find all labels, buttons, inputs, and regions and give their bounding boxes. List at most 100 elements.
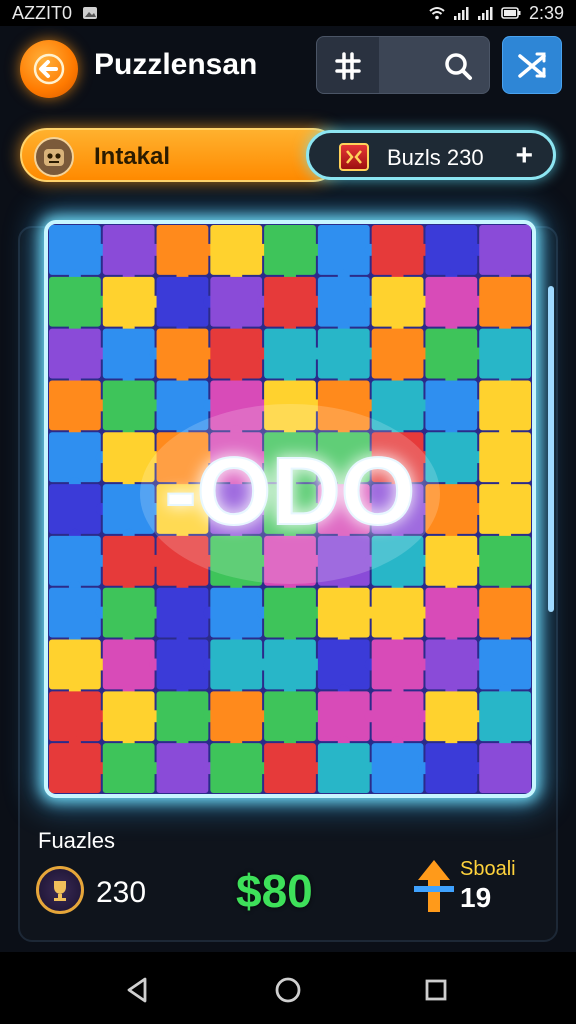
- puzzles-count-badge: [36, 866, 84, 914]
- puzzle-piece[interactable]: [210, 639, 263, 690]
- puzzle-piece[interactable]: [49, 691, 101, 742]
- puzzle-piece[interactable]: [49, 484, 101, 534]
- puzzle-piece[interactable]: [210, 691, 263, 742]
- puzzle-piece[interactable]: [102, 535, 155, 586]
- puzzle-piece[interactable]: [49, 225, 101, 275]
- puzzle-piece[interactable]: [156, 587, 209, 638]
- puzzle-piece[interactable]: [49, 276, 101, 327]
- puzzle-piece[interactable]: [49, 328, 101, 379]
- puzzle-piece[interactable]: [102, 639, 155, 690]
- puzzles-pill-label: Buzls 230: [387, 145, 484, 170]
- puzzle-piece[interactable]: [210, 328, 263, 379]
- puzzle-piece[interactable]: [264, 225, 316, 275]
- puzzle-piece[interactable]: [264, 743, 316, 793]
- puzzle-piece[interactable]: [425, 328, 478, 379]
- puzzle-piece[interactable]: [317, 639, 370, 690]
- progress-strip: Intakal Buzls 230 +: [20, 128, 560, 182]
- puzzle-piece[interactable]: [156, 743, 209, 793]
- puzzle-piece[interactable]: [49, 535, 101, 586]
- add-puzzles-button[interactable]: +: [515, 139, 533, 173]
- puzzle-piece[interactable]: [102, 587, 155, 638]
- puzzle-piece[interactable]: [102, 380, 155, 431]
- puzzle-piece[interactable]: [317, 691, 370, 742]
- puzzle-piece[interactable]: [210, 587, 263, 638]
- grid-button[interactable]: [317, 37, 379, 95]
- puzzle-piece[interactable]: [49, 639, 101, 690]
- status-bar: AZZIT0 2:39: [0, 0, 576, 26]
- puzzle-piece[interactable]: [425, 743, 478, 793]
- puzzle-piece[interactable]: [264, 276, 316, 327]
- puzzle-piece[interactable]: [210, 276, 263, 327]
- puzzle-piece[interactable]: [425, 276, 478, 327]
- puzzle-piece[interactable]: [479, 535, 531, 586]
- puzzle-piece[interactable]: [156, 691, 209, 742]
- puzzle-piece[interactable]: [425, 639, 478, 690]
- puzzle-piece[interactable]: [156, 639, 209, 690]
- puzzle-piece[interactable]: [425, 691, 478, 742]
- panel-scrollbar[interactable]: [548, 286, 554, 612]
- puzzle-board-frame[interactable]: -ODO: [44, 220, 536, 798]
- nav-home-button[interactable]: [270, 972, 306, 1008]
- puzzle-piece[interactable]: [479, 328, 531, 379]
- puzzle-piece[interactable]: [210, 743, 263, 793]
- puzzle-piece[interactable]: [102, 743, 155, 793]
- nav-recents-button[interactable]: [418, 972, 454, 1008]
- wifi-icon: [429, 7, 445, 20]
- puzzle-piece[interactable]: [49, 587, 101, 638]
- player-avatar[interactable]: [34, 137, 74, 177]
- puzzle-piece[interactable]: [264, 328, 316, 379]
- puzzle-piece[interactable]: [425, 225, 478, 275]
- carrier-label: AZZIT0: [12, 2, 73, 23]
- puzzle-piece[interactable]: [210, 225, 263, 275]
- puzzle-piece[interactable]: [479, 639, 531, 690]
- puzzle-piece[interactable]: [371, 225, 424, 275]
- nav-back-button[interactable]: [120, 972, 156, 1008]
- puzzle-piece[interactable]: [371, 691, 424, 742]
- puzzle-piece[interactable]: [425, 380, 478, 431]
- puzzle-piece[interactable]: [479, 432, 531, 483]
- app-header: Puzzlensan: [0, 26, 576, 110]
- puzzle-piece[interactable]: [264, 639, 316, 690]
- puzzle-board[interactable]: -ODO: [48, 224, 532, 794]
- puzzle-piece[interactable]: [49, 380, 101, 431]
- puzzle-piece[interactable]: [156, 276, 209, 327]
- puzzle-piece[interactable]: [264, 587, 316, 638]
- puzzle-piece[interactable]: [102, 276, 155, 327]
- puzzle-piece[interactable]: [102, 691, 155, 742]
- puzzle-piece[interactable]: [479, 276, 531, 327]
- puzzle-piece[interactable]: [371, 328, 424, 379]
- puzzle-piece[interactable]: [156, 225, 209, 275]
- puzzle-piece[interactable]: [102, 225, 155, 275]
- puzzle-piece[interactable]: [371, 743, 424, 793]
- battery-icon: [501, 7, 521, 19]
- puzzle-piece[interactable]: [49, 743, 101, 793]
- puzzle-piece[interactable]: [371, 587, 424, 638]
- puzzle-piece[interactable]: [102, 328, 155, 379]
- shuffle-button[interactable]: [502, 36, 562, 94]
- search-button[interactable]: [427, 37, 489, 95]
- puzzle-piece[interactable]: [479, 691, 531, 742]
- signal-icon-secondary: [477, 7, 493, 20]
- puzzle-piece[interactable]: [371, 639, 424, 690]
- puzzle-piece[interactable]: [425, 587, 478, 638]
- puzzle-piece[interactable]: [317, 276, 370, 327]
- puzzle-piece[interactable]: [479, 225, 531, 275]
- puzzle-piece[interactable]: [156, 328, 209, 379]
- puzzle-piece[interactable]: [425, 535, 478, 586]
- puzzle-piece[interactable]: [371, 276, 424, 327]
- shuffle-icon: [518, 52, 546, 78]
- puzzle-piece[interactable]: [317, 225, 370, 275]
- puzzle-piece[interactable]: [479, 484, 531, 534]
- puzzle-piece[interactable]: [479, 380, 531, 431]
- puzzle-piece[interactable]: [317, 587, 370, 638]
- puzzle-piece[interactable]: [479, 743, 531, 793]
- puzzle-piece[interactable]: [479, 587, 531, 638]
- puzzles-pill[interactable]: Buzls 230 +: [306, 130, 556, 180]
- puzzle-piece[interactable]: [49, 432, 101, 483]
- signal-icon: [453, 7, 469, 20]
- puzzle-piece[interactable]: [317, 328, 370, 379]
- puzzle-piece[interactable]: [264, 691, 316, 742]
- back-button[interactable]: [20, 40, 78, 98]
- page-title: Puzzlensan: [94, 48, 258, 81]
- puzzle-piece[interactable]: [317, 743, 370, 793]
